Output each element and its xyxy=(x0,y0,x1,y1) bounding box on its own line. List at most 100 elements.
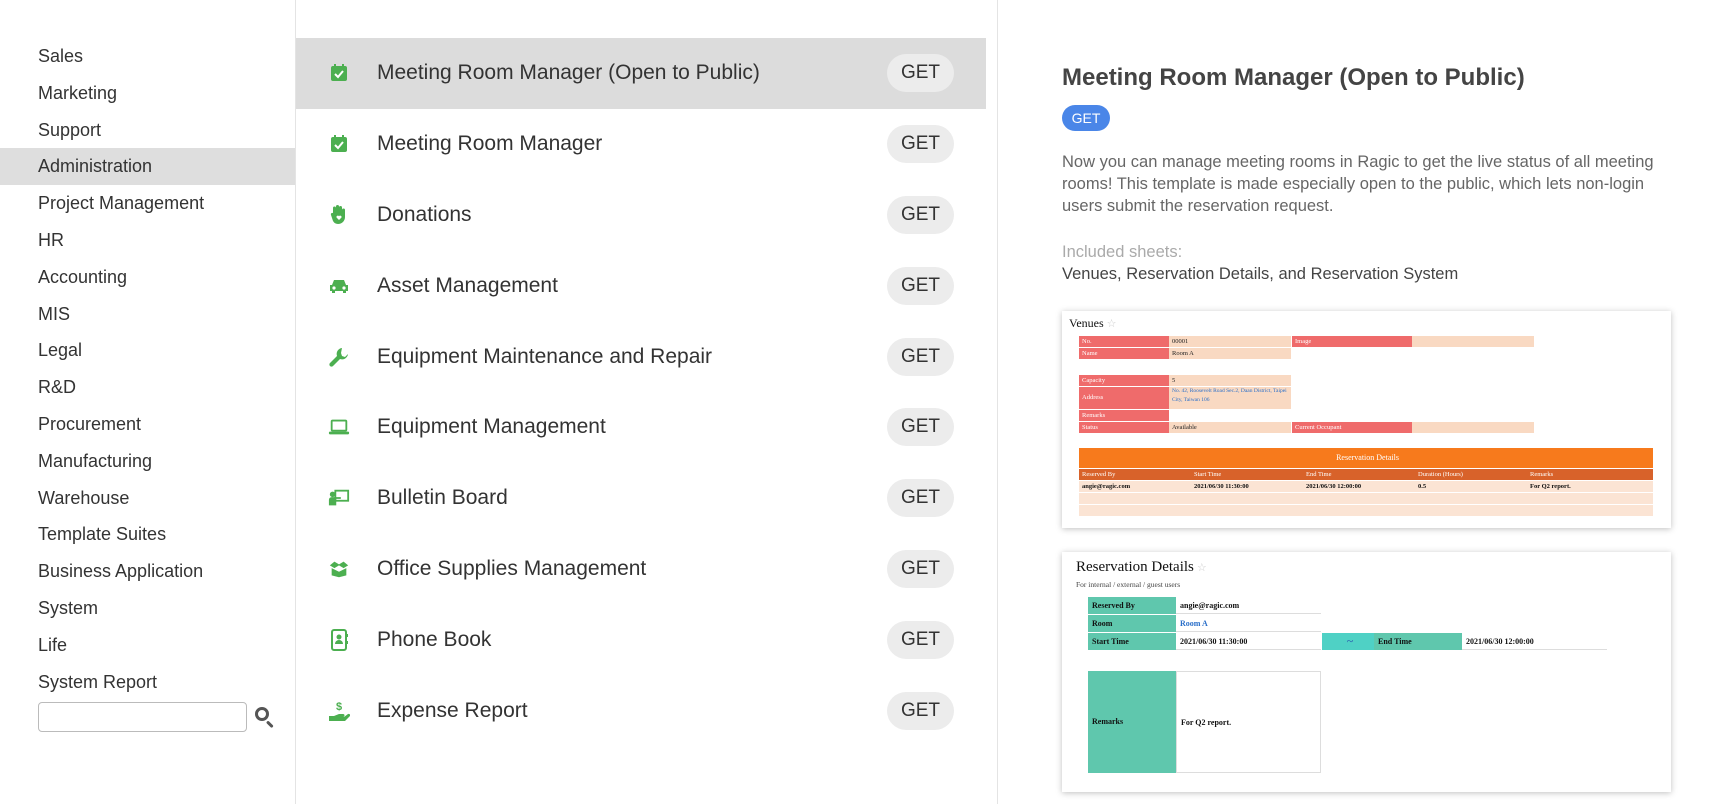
subtable-data-cell: 2021/06/30 11:30:00 xyxy=(1191,481,1303,492)
category-item[interactable]: Business Application xyxy=(0,553,295,590)
wrench-icon xyxy=(328,346,350,368)
laptop-icon xyxy=(328,416,350,438)
subtable-data-cell: 0.5 xyxy=(1415,481,1527,492)
subtable-header-cell: End Time xyxy=(1303,469,1415,480)
box-open-icon xyxy=(328,558,350,580)
preview-venues-title: Venues ☆ xyxy=(1069,316,1117,330)
svg-text:$: $ xyxy=(336,701,342,713)
room-label: Room xyxy=(1088,615,1176,632)
get-button[interactable]: GET xyxy=(887,408,954,447)
template-list-item[interactable]: Phone Book GET xyxy=(296,604,986,675)
category-item[interactable]: MIS xyxy=(0,296,295,333)
preview-reservation-title: Reservation Details ☆ xyxy=(1076,559,1207,575)
venue-occupant-value xyxy=(1412,422,1534,433)
subtable-header-cell: Duration (Hours) xyxy=(1415,469,1527,480)
venue-status-value: Available xyxy=(1169,422,1291,433)
detail-get-button[interactable]: GET xyxy=(1062,105,1110,131)
category-item[interactable]: Marketing xyxy=(0,75,295,112)
app-window: Sales Marketing Support Administration Proje… xyxy=(0,0,1713,804)
subtable-empty-row xyxy=(1079,505,1653,516)
template-list-item[interactable]: Equipment Management GET xyxy=(296,392,986,463)
calendar-check-icon xyxy=(328,133,350,155)
venue-no-label: No. xyxy=(1079,336,1169,347)
template-list-item[interactable]: Meeting Room Manager GET xyxy=(296,109,986,180)
category-item[interactable]: Support xyxy=(0,112,295,149)
get-button[interactable]: GET xyxy=(887,691,954,730)
search-icon[interactable] xyxy=(254,706,276,729)
venue-capacity-label: Capacity xyxy=(1079,375,1169,386)
detail-title: Meeting Room Manager (Open to Public) xyxy=(1062,64,1525,91)
subtable-title: Reservation Details xyxy=(1079,448,1653,468)
category-item[interactable]: System xyxy=(0,590,295,627)
remarks-value: For Q2 report. xyxy=(1176,671,1321,773)
preview-reservation-subtitle: For internal / external / guest users xyxy=(1076,580,1181,589)
start-time-label: Start Time xyxy=(1088,633,1176,650)
address-book-icon xyxy=(328,628,350,651)
range-separator: ~ xyxy=(1322,633,1374,650)
category-item[interactable]: Administration xyxy=(0,148,295,186)
included-sheets-value: Venues, Reservation Details, and Reserva… xyxy=(1062,265,1459,283)
calendar-check-icon xyxy=(328,62,350,84)
subtable-header-cell: Remarks xyxy=(1527,469,1653,480)
venue-image-value xyxy=(1412,336,1534,347)
venue-name-label: Name xyxy=(1079,348,1169,359)
star-icon: ☆ xyxy=(1106,318,1117,330)
car-icon xyxy=(328,275,350,297)
category-sidebar: Sales Marketing Support Administration Proje… xyxy=(0,0,296,804)
detail-description: Now you can manage meeting rooms in Ragi… xyxy=(1062,153,1654,215)
get-button[interactable]: GET xyxy=(887,337,954,376)
template-list-item[interactable]: $ Expense Report GET xyxy=(296,675,986,746)
template-list-item[interactable]: Asset Management GET xyxy=(296,250,986,321)
template-list-panel: Meeting Room Manager (Open to Public) GET… xyxy=(296,0,998,804)
category-item[interactable]: Warehouse xyxy=(0,480,295,517)
category-item[interactable]: Life xyxy=(0,627,295,664)
subtable-empty-row xyxy=(1079,493,1653,504)
get-button[interactable]: GET xyxy=(887,195,954,234)
get-button[interactable]: GET xyxy=(887,266,954,305)
reserved-by-value: angie@ragic.com xyxy=(1176,597,1321,614)
category-item[interactable]: Accounting xyxy=(0,259,295,296)
venue-address-label: Address xyxy=(1079,387,1169,409)
get-button[interactable]: GET xyxy=(887,479,954,518)
get-button[interactable]: GET xyxy=(887,620,954,659)
subtable-data-cell: angie@ragic.com xyxy=(1079,481,1191,492)
search-box xyxy=(38,702,276,732)
venue-status-label: Status xyxy=(1079,422,1169,433)
venue-remarks-label: Remarks xyxy=(1079,410,1169,421)
category-item[interactable]: Manufacturing xyxy=(0,443,295,480)
venue-capacity-value: 5 xyxy=(1169,375,1291,386)
template-list-item[interactable]: Equipment Maintenance and Repair GET xyxy=(296,321,986,392)
category-item[interactable]: System Report xyxy=(0,664,295,701)
get-button[interactable]: GET xyxy=(887,54,954,93)
template-list-item[interactable]: Donations GET xyxy=(296,180,986,251)
category-item[interactable]: Project Management xyxy=(0,185,295,222)
subtable-header-cell: Reserved By xyxy=(1079,469,1191,480)
start-time-value: 2021/06/30 11:30:00 xyxy=(1176,633,1321,650)
subtable-header-cell: Start Time xyxy=(1191,469,1303,480)
included-sheets-label: Included sheets: xyxy=(1062,243,1183,261)
remarks-label: Remarks xyxy=(1088,671,1176,773)
hand-dollar-icon: $ xyxy=(328,700,350,722)
get-button[interactable]: GET xyxy=(887,549,954,588)
venue-occupant-label: Current Occupant xyxy=(1292,422,1412,433)
template-list-item[interactable]: Bulletin Board GET xyxy=(296,463,986,534)
category-item[interactable]: Legal xyxy=(0,332,295,369)
category-item[interactable]: Template Suites xyxy=(0,516,295,553)
template-list-item[interactable]: Meeting Room Manager (Open to Public) GET xyxy=(296,38,986,109)
end-time-label: End Time xyxy=(1374,633,1462,650)
category-item[interactable]: Sales xyxy=(0,38,295,75)
preview-reservation-screenshot: Reservation Details ☆ For internal / exte… xyxy=(1062,552,1671,792)
category-item[interactable]: HR xyxy=(0,222,295,259)
template-list: Meeting Room Manager (Open to Public) GET… xyxy=(296,38,986,746)
template-list-item[interactable]: Office Supplies Management GET xyxy=(296,534,986,605)
room-value: Room A xyxy=(1176,615,1321,632)
subtable-data-cell: For Q2 report. xyxy=(1527,481,1653,492)
category-item[interactable]: Procurement xyxy=(0,406,295,443)
category-item[interactable]: R&D xyxy=(0,369,295,406)
venue-address-value: No. 42, Roosevelt Road Sec.2, Daan Distr… xyxy=(1169,387,1291,409)
search-input[interactable] xyxy=(38,702,247,732)
venue-image-label: Image xyxy=(1292,336,1412,347)
venue-name-value: Room A xyxy=(1169,348,1291,359)
template-detail: Meeting Room Manager (Open to Public) GE… xyxy=(1062,0,1702,804)
get-button[interactable]: GET xyxy=(887,125,954,164)
